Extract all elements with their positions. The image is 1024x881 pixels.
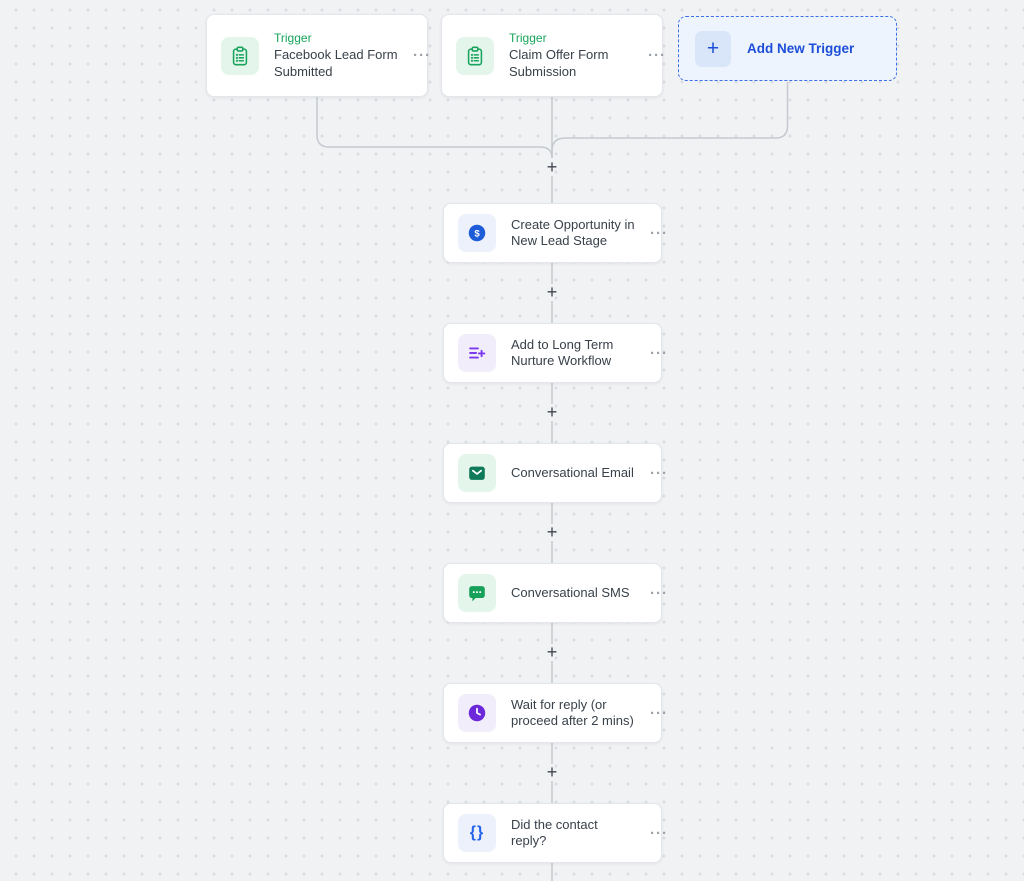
action-title: Conversational SMS bbox=[511, 585, 635, 602]
clock-icon bbox=[458, 694, 496, 732]
card-menu-button[interactable]: ··· bbox=[650, 346, 668, 361]
trigger-label: Trigger bbox=[509, 31, 633, 45]
svg-text:$: $ bbox=[474, 228, 480, 239]
card-text: Trigger Claim Offer Form Submission bbox=[509, 31, 633, 80]
add-new-trigger-label: Add New Trigger bbox=[747, 41, 854, 56]
card-text: Did the contact reply? bbox=[511, 817, 635, 850]
trigger-title: Facebook Lead Form Submitted bbox=[274, 47, 398, 80]
card-menu-button[interactable]: ··· bbox=[650, 466, 668, 481]
trigger-title: Claim Offer Form Submission bbox=[509, 47, 633, 80]
email-icon bbox=[458, 454, 496, 492]
card-menu-button[interactable]: ··· bbox=[650, 706, 668, 721]
braces-icon: {} bbox=[458, 814, 496, 852]
list-plus-icon bbox=[458, 334, 496, 372]
action-card-conversational-email[interactable]: Conversational Email ··· bbox=[443, 443, 662, 503]
card-menu-button[interactable]: ··· bbox=[650, 226, 668, 241]
action-title: Create Opportunity in New Lead Stage bbox=[511, 217, 635, 250]
card-text: Create Opportunity in New Lead Stage bbox=[511, 217, 635, 250]
add-step-button[interactable]: + bbox=[542, 402, 562, 422]
add-step-button[interactable]: + bbox=[542, 282, 562, 302]
action-title: Add to Long Term Nurture Workflow bbox=[511, 337, 635, 370]
card-text: Wait for reply (or proceed after 2 mins) bbox=[511, 697, 635, 730]
dollar-icon: $ bbox=[458, 214, 496, 252]
action-card-wait-for-reply[interactable]: Wait for reply (or proceed after 2 mins)… bbox=[443, 683, 662, 743]
card-menu-button[interactable]: ··· bbox=[413, 48, 431, 63]
action-title: Did the contact reply? bbox=[511, 817, 635, 850]
plus-icon: + bbox=[695, 31, 731, 67]
trigger-card-claim-offer-form[interactable]: Trigger Claim Offer Form Submission ··· bbox=[441, 14, 663, 97]
action-title: Wait for reply (or proceed after 2 mins) bbox=[511, 697, 635, 730]
card-menu-button[interactable]: ··· bbox=[650, 586, 668, 601]
trigger-card-facebook-lead-form[interactable]: Trigger Facebook Lead Form Submitted ··· bbox=[206, 14, 428, 97]
sms-icon bbox=[458, 574, 496, 612]
action-card-did-contact-reply[interactable]: {} Did the contact reply? ··· bbox=[443, 803, 662, 863]
add-new-trigger-button[interactable]: + Add New Trigger bbox=[678, 16, 897, 81]
add-step-button[interactable]: + bbox=[542, 157, 562, 177]
card-text: Conversational SMS bbox=[511, 585, 635, 602]
card-text: Add to Long Term Nurture Workflow bbox=[511, 337, 635, 370]
add-step-button[interactable]: + bbox=[542, 762, 562, 782]
clipboard-icon bbox=[221, 37, 259, 75]
card-menu-button[interactable]: ··· bbox=[648, 48, 666, 63]
trigger-label: Trigger bbox=[274, 31, 398, 45]
connector-lines bbox=[0, 0, 1024, 881]
workflow-canvas[interactable]: Trigger Facebook Lead Form Submitted ···… bbox=[0, 0, 1024, 881]
clipboard-icon bbox=[456, 37, 494, 75]
card-text: Conversational Email bbox=[511, 465, 635, 482]
card-menu-button[interactable]: ··· bbox=[650, 826, 668, 841]
action-card-create-opportunity[interactable]: $ Create Opportunity in New Lead Stage ·… bbox=[443, 203, 662, 263]
card-text: Trigger Facebook Lead Form Submitted bbox=[274, 31, 398, 80]
action-card-conversational-sms[interactable]: Conversational SMS ··· bbox=[443, 563, 662, 623]
action-card-add-to-workflow[interactable]: Add to Long Term Nurture Workflow ··· bbox=[443, 323, 662, 383]
add-step-button[interactable]: + bbox=[542, 642, 562, 662]
add-step-button[interactable]: + bbox=[542, 522, 562, 542]
action-title: Conversational Email bbox=[511, 465, 635, 482]
